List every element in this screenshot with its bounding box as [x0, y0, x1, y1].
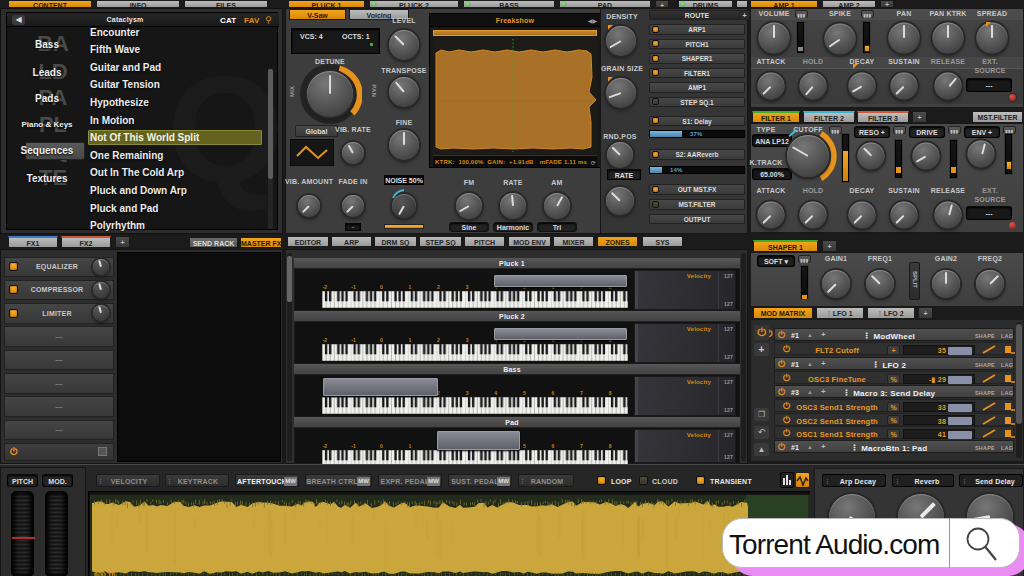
svg-text:600.16: 600.16: [94, 571, 116, 576]
